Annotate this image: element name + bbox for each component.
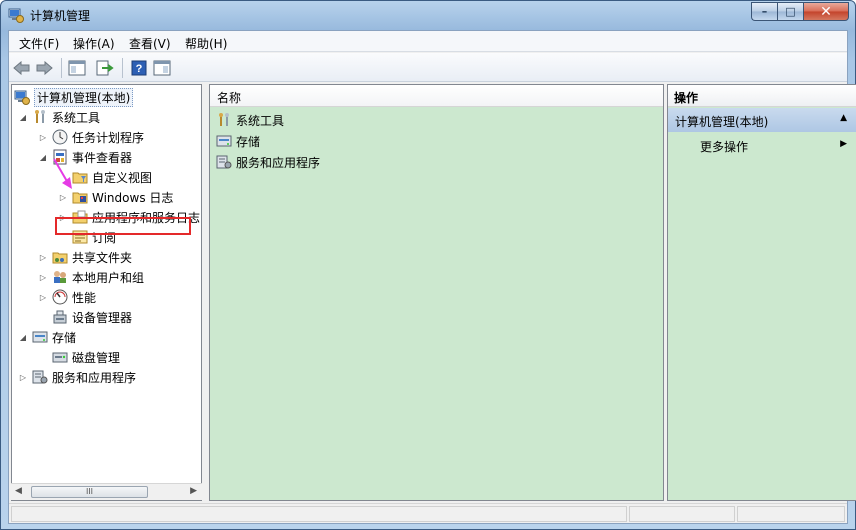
results-pane[interactable]: 名称 系统工具 存储 服务和应用程序 <box>209 84 664 501</box>
tree-label: 设备管理器 <box>72 310 133 325</box>
horizontal-scrollbar[interactable]: ◀ III ▶ <box>11 483 202 500</box>
actions-pane: 操作 计算机管理(本地) ▲ 更多操作 ▶ <box>667 84 856 501</box>
expand-arrow-icon[interactable]: ▷ <box>38 133 48 142</box>
back-icon[interactable] <box>12 58 32 78</box>
collapse-arrow-icon[interactable]: ◢ <box>18 333 28 342</box>
expand-arrow-icon[interactable]: ▷ <box>38 293 48 302</box>
menu-bar: 文件(F) 操作(A) 查看(V) 帮助(H) <box>9 31 847 52</box>
menu-help[interactable]: 帮助(H) <box>185 35 227 52</box>
tree-label: 事件查看器 <box>72 150 133 165</box>
services-icon <box>216 155 232 169</box>
list-item-label: 存储 <box>236 134 261 149</box>
maximize-button[interactable]: □ <box>777 2 803 21</box>
list-item-label: 服务和应用程序 <box>236 155 321 170</box>
show-hide-console-tree-icon[interactable] <box>67 58 87 78</box>
tree-item-task-scheduler[interactable]: ▷ 任务计划程序 <box>38 128 144 146</box>
expand-arrow-icon[interactable]: ▷ <box>38 253 48 262</box>
performance-icon <box>52 289 68 305</box>
list-item[interactable]: 服务和应用程序 <box>216 152 320 172</box>
tree-item-system-tools[interactable]: ◢ 系统工具 <box>18 108 100 126</box>
computer-management-icon <box>8 8 24 23</box>
storage-icon <box>216 135 232 147</box>
window-title: 计算机管理 <box>30 9 91 23</box>
tree-label: 共享文件夹 <box>72 250 133 265</box>
tree-label: Windows 日志 <box>92 190 174 205</box>
storage-icon <box>32 331 48 343</box>
tree-label: 系统工具 <box>52 110 101 125</box>
list-item[interactable]: 系统工具 <box>216 110 284 130</box>
annotation-highlight-box <box>55 217 191 235</box>
export-list-icon[interactable] <box>95 58 115 78</box>
column-header-name[interactable]: 名称 <box>210 85 663 107</box>
tree-item-performance[interactable]: ▷ 性能 <box>38 288 96 306</box>
scroll-left-icon[interactable]: ◀ <box>15 486 22 496</box>
tools-icon <box>35 110 45 123</box>
menu-action[interactable]: 操作(A) <box>73 35 115 52</box>
tree-item-storage[interactable]: ◢ 存储 <box>18 328 76 346</box>
tree-label: 存储 <box>52 330 77 345</box>
menu-file[interactable]: 文件(F) <box>19 35 59 52</box>
menu-view[interactable]: 查看(V) <box>129 35 171 52</box>
status-bar <box>9 503 847 523</box>
actions-header-label: 操作 <box>674 91 699 105</box>
collapse-up-icon[interactable]: ▲ <box>840 113 847 123</box>
expand-arrow-icon[interactable]: ▷ <box>38 273 48 282</box>
svg-text:?: ? <box>136 63 143 75</box>
tree-item-device-manager[interactable]: 设备管理器 <box>38 308 132 326</box>
list-item[interactable]: 存储 <box>216 131 260 151</box>
scroll-right-icon[interactable]: ▶ <box>190 486 197 496</box>
actions-header: 操作 <box>668 85 856 107</box>
tree-item-computer-management[interactable]: 计算机管理(本地) <box>14 87 134 107</box>
status-segment <box>11 506 627 522</box>
window: 计算机管理 – □ ✕ 文件(F) 操作(A) 查看(V) 帮助(H) ? 计算… <box>0 0 856 530</box>
computer-management-icon <box>14 90 30 105</box>
tree-item-services-apps[interactable]: ▷ 服务和应用程序 <box>18 368 136 386</box>
tree-label: 本地用户和组 <box>72 270 145 285</box>
column-header-label: 名称 <box>217 91 242 105</box>
tree-label: 计算机管理(本地) <box>34 87 134 107</box>
toolbar: ? <box>9 53 847 82</box>
chevron-right-icon: ▶ <box>840 139 847 149</box>
actions-section-label: 计算机管理(本地) <box>675 115 769 129</box>
collapse-arrow-icon[interactable]: ◢ <box>38 153 48 162</box>
device-manager-icon <box>53 310 67 324</box>
tree-item-disk-management[interactable]: 磁盘管理 <box>38 348 120 366</box>
minimize-button[interactable]: – <box>751 2 777 21</box>
scroll-thumb[interactable]: III <box>31 486 148 498</box>
list-item-label: 系统工具 <box>236 113 285 128</box>
tree-label: 磁盘管理 <box>72 350 121 365</box>
tree-label: 性能 <box>72 290 97 305</box>
tree-item-local-users[interactable]: ▷ 本地用户和组 <box>38 268 144 286</box>
folder-log-icon <box>72 192 88 204</box>
more-actions-item[interactable]: 更多操作 ▶ <box>668 134 856 156</box>
collapse-arrow-icon[interactable]: ◢ <box>18 113 28 122</box>
annotation-arrow-icon <box>53 158 72 189</box>
services-icon <box>32 370 48 384</box>
status-segment <box>737 506 845 522</box>
status-segment <box>629 506 735 522</box>
expand-arrow-icon[interactable]: ▷ <box>58 193 68 202</box>
tree-label: 任务计划程序 <box>72 130 145 145</box>
shared-folder-icon <box>52 252 68 264</box>
expand-arrow-icon[interactable]: ▷ <box>18 373 28 382</box>
more-actions-label: 更多操作 <box>700 140 749 154</box>
users-icon <box>54 271 66 283</box>
close-button[interactable]: ✕ <box>803 2 849 21</box>
clock-icon <box>52 129 68 145</box>
help-icon[interactable]: ? <box>129 58 149 78</box>
tree-label: 服务和应用程序 <box>52 370 137 385</box>
console-tree[interactable]: 计算机管理(本地) ◢ 系统工具 ▷ 任务计划程序 ◢ 事件查看器 自定义视图 <box>11 84 202 501</box>
title-bar[interactable]: 计算机管理 – □ ✕ <box>1 1 855 29</box>
client-area: 文件(F) 操作(A) 查看(V) 帮助(H) ? 计算机管理(本地) ◢ 系统… <box>8 30 856 524</box>
actions-section-computer-management[interactable]: 计算机管理(本地) ▲ <box>668 108 856 132</box>
tools-icon <box>219 113 229 126</box>
tree-label: 自定义视图 <box>92 170 153 185</box>
tree-item-shared-folders[interactable]: ▷ 共享文件夹 <box>38 248 132 266</box>
disk-icon <box>52 352 68 363</box>
show-hide-action-pane-icon[interactable] <box>152 58 172 78</box>
forward-icon[interactable] <box>34 58 54 78</box>
